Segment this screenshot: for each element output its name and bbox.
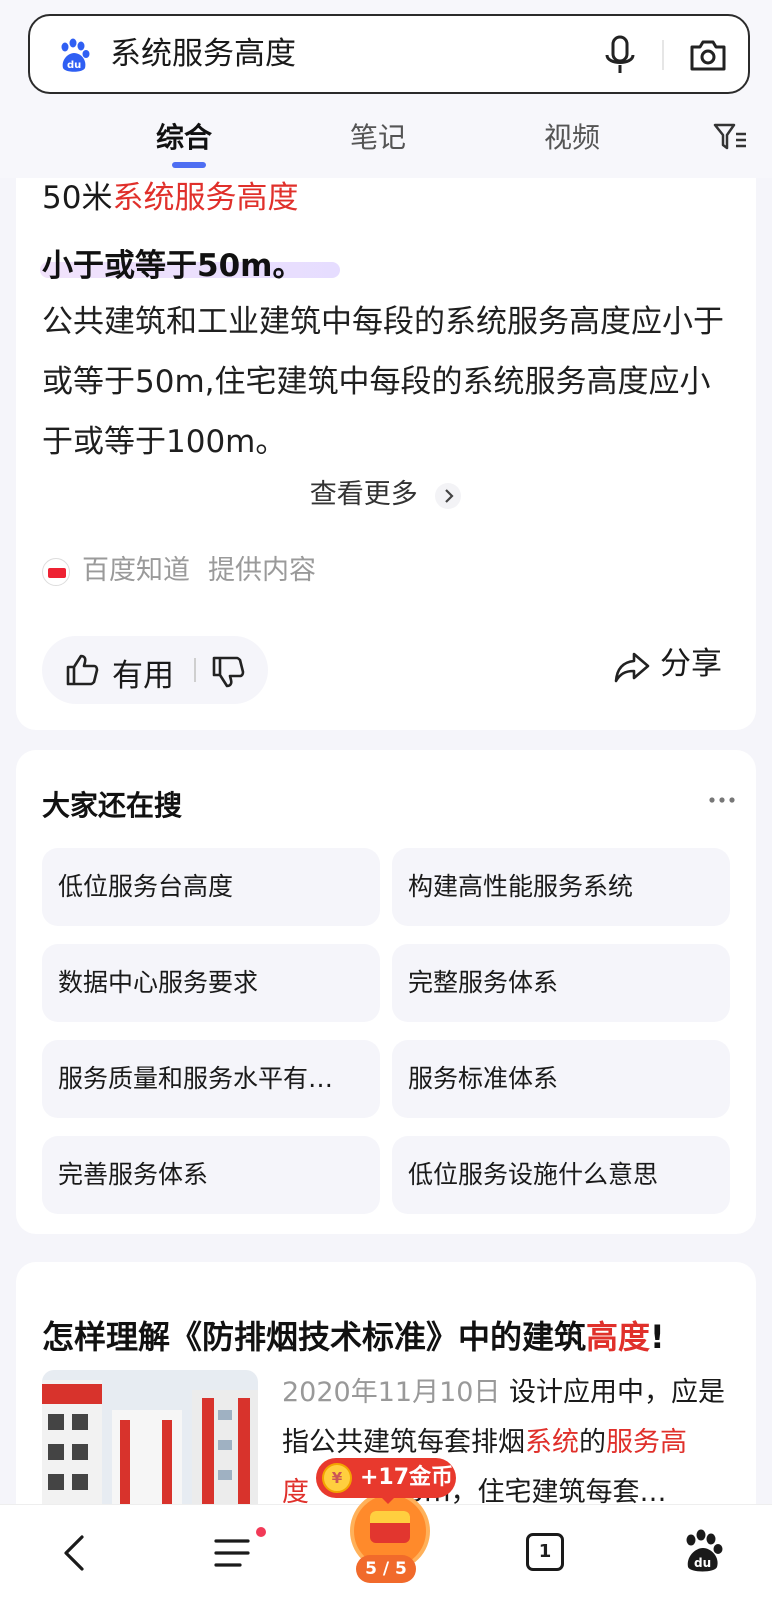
view-more-label: 查看更多 [309,479,418,510]
red-envelope-flap [370,1511,410,1523]
answer-body: 公共建筑和工业建筑中每段的系统服务高度应小于或等于50m,住宅建筑中每段的系统服… [42,304,724,460]
related-search-item[interactable]: 服务质量和服务水平有… [42,1040,380,1118]
answer-heading-prefix: 50米 [42,180,113,216]
related-searches-title: 大家还在搜 [42,789,183,822]
search-query[interactable]: 系统服务高度 [110,34,296,74]
share-label[interactable]: 分享 [660,638,722,683]
chevron-right-icon [435,482,462,509]
baidu-paw-icon: du [61,38,90,72]
answer-bold-line: 小于或等于50m。 [42,248,304,284]
notification-dot [256,1527,266,1537]
article-title[interactable]: 怎样理解《防排烟技术标准》中的建筑高度! [42,1312,665,1358]
search-divider [662,40,664,70]
answer-card: 50米系统服务高度 小于或等于50m。 公共建筑和工业建筑中每段的系统服务高度应… [16,150,756,730]
reward-progress: 5 / 5 [356,1555,416,1583]
related-search-item[interactable]: 服务标准体系 [392,1040,730,1118]
related-searches-card: 大家还在搜 低位服务台高度 构建高性能服务系统 数据中心服务要求 完整服务体系 … [16,750,756,1234]
article-title-highlight: 高度 [586,1318,651,1356]
camera-icon[interactable] [688,36,728,74]
related-search-item[interactable]: 构建高性能服务系统 [392,848,730,926]
source-name: 百度知道 [82,555,190,586]
related-search-item[interactable]: 数据中心服务要求 [42,944,380,1022]
snippet-highlight: 服务高 [606,1427,687,1458]
answer-heading-highlight: 系统服务高度 [112,180,299,216]
view-more-button[interactable]: 查看更多 [16,472,756,511]
related-search-item[interactable]: 完善服务体系 [42,1136,380,1214]
pill-divider [194,658,196,682]
tab-notes[interactable]: 笔记 [350,116,406,156]
share-icon[interactable] [612,648,652,686]
answer-source[interactable]: 百度知道 提供内容 [42,548,316,587]
snippet-text: 的 [579,1427,606,1458]
coin-reward-badge[interactable]: ¥ +17金币 [316,1458,456,1498]
useful-label[interactable]: 有用 [112,650,174,695]
active-tab-indicator [172,162,206,168]
coin-icon: ¥ [322,1463,352,1493]
filter-icon[interactable] [712,120,748,154]
feedback-pill: 有用 [42,636,268,704]
article-title-prefix: 怎样理解《防排烟技术标准》中的建筑 [42,1318,587,1356]
search-box[interactable]: du 系统服务高度 [28,14,750,94]
answer-heading[interactable]: 50米系统服务高度 [42,172,298,217]
coin-badge-pointer [378,1494,398,1504]
related-search-item[interactable]: 完整服务体系 [392,944,730,1022]
tabs-count-button[interactable]: 1 [526,1533,564,1571]
related-search-item[interactable]: 低位服务设施什么意思 [392,1136,730,1214]
search-tabs: 综合 笔记 视频 [0,106,772,168]
svg-text:du: du [694,1556,711,1570]
baidu-zhidao-logo-icon [42,557,70,586]
related-search-item[interactable]: 低位服务台高度 [42,848,380,926]
thumbs-up-icon[interactable] [64,652,100,688]
tab-all[interactable]: 综合 [156,116,212,156]
thumbs-down-icon[interactable] [210,654,246,690]
snippet-highlight: 系统 [525,1427,579,1458]
search-results-page: du 系统服务高度 综合 笔记 视频 50米系统服务高度 小于或等于50m。 公… [0,0,772,1600]
more-options-icon[interactable] [708,790,736,810]
menu-icon[interactable] [212,1533,256,1573]
tab-videos[interactable]: 视频 [544,116,600,156]
back-arrow-icon[interactable] [56,1531,96,1575]
article-title-suffix: ! [650,1318,665,1356]
coin-reward-text: +17金币 [360,1465,454,1490]
top-bar: du 系统服务高度 综合 笔记 视频 [0,0,772,178]
article-date: 2020年11月10日 [282,1377,501,1408]
baidu-home-icon[interactable]: du [680,1529,726,1575]
bottom-navigation: 5 / 5 1 du [0,1491,772,1600]
svg-text:du: du [67,60,81,71]
source-suffix: 提供内容 [208,555,316,586]
microphone-icon[interactable] [602,34,638,76]
